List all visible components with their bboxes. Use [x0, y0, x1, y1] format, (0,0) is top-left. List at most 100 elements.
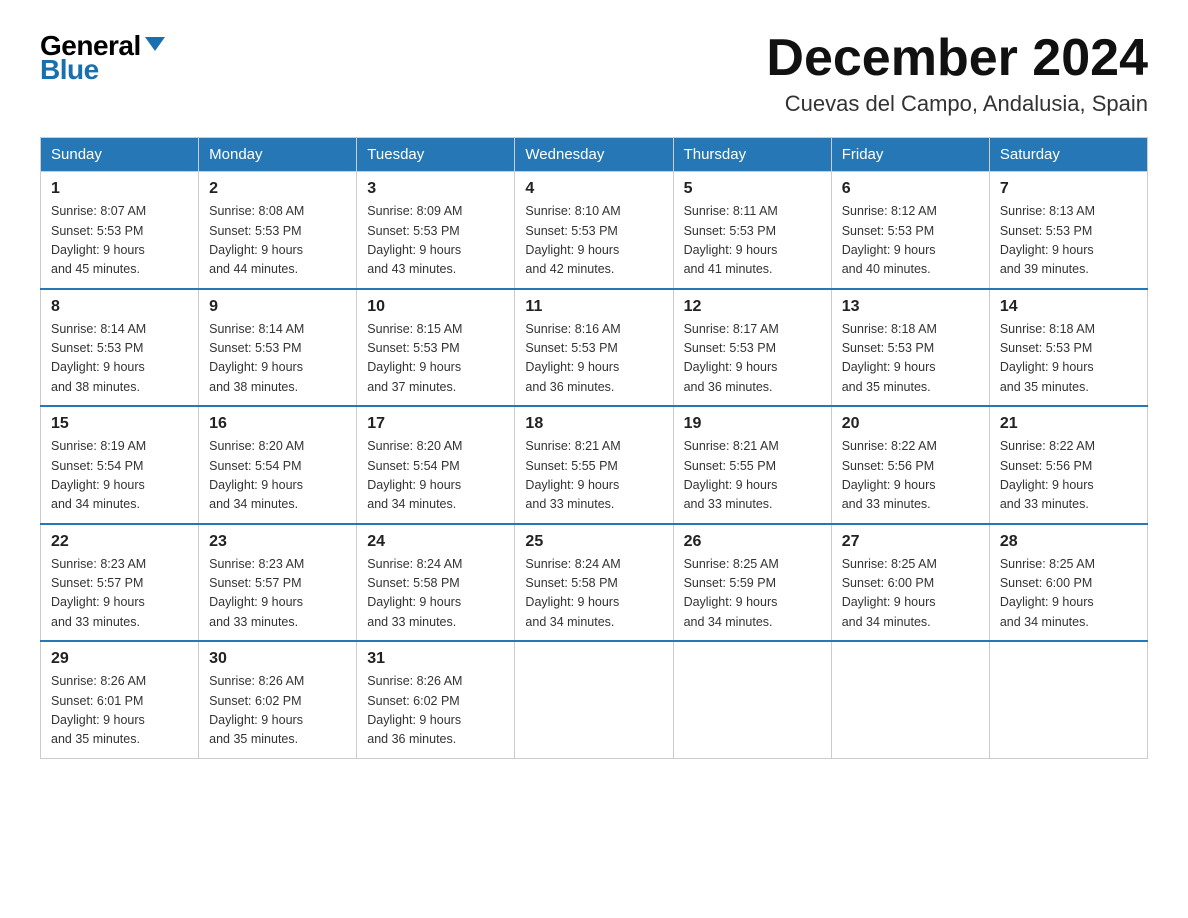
calendar-cell: 16Sunrise: 8:20 AMSunset: 5:54 PMDayligh…	[199, 406, 357, 524]
day-number: 28	[1000, 533, 1137, 551]
calendar-cell: 7Sunrise: 8:13 AMSunset: 5:53 PMDaylight…	[989, 172, 1147, 289]
calendar-table: SundayMondayTuesdayWednesdayThursdayFrid…	[40, 137, 1148, 759]
calendar-week-row: 15Sunrise: 8:19 AMSunset: 5:54 PMDayligh…	[41, 406, 1148, 524]
day-number: 10	[367, 298, 504, 316]
day-info: Sunrise: 8:18 AMSunset: 5:53 PMDaylight:…	[1000, 320, 1137, 398]
day-number: 11	[525, 298, 662, 316]
page-header: General Blue December 2024 Cuevas del Ca…	[40, 30, 1148, 117]
calendar-cell: 17 Sunrise: 8:20 AMSunset: 5:54 PMDayligh…	[357, 406, 515, 524]
calendar-week-row: 8 Sunrise: 8:14 AMSunset: 5:53 PMDaylight…	[41, 289, 1148, 407]
day-number: 14	[1000, 298, 1137, 316]
logo: General Blue	[40, 30, 165, 86]
calendar-cell: 11 Sunrise: 8:16 AMSunset: 5:53 PMDayligh…	[515, 289, 673, 407]
day-number: 17	[367, 415, 504, 433]
day-number: 13	[842, 298, 979, 316]
calendar-cell: 10 Sunrise: 8:15 AMSunset: 5:53 PMDayligh…	[357, 289, 515, 407]
calendar-day-header: Sunday	[41, 138, 199, 172]
day-number: 12	[684, 298, 821, 316]
calendar-cell: 24Sunrise: 8:24 AMSunset: 5:58 PMDayligh…	[357, 524, 515, 642]
calendar-cell: 12 Sunrise: 8:17 AMSunset: 5:53 PMDayligh…	[673, 289, 831, 407]
calendar-day-header: Wednesday	[515, 138, 673, 172]
day-info: Sunrise: 8:25 AMSunset: 5:59 PMDaylight:…	[684, 555, 821, 633]
title-block: December 2024 Cuevas del Campo, Andalusi…	[766, 30, 1148, 117]
calendar-week-row: 1 Sunrise: 8:07 AMSunset: 5:53 PMDaylight…	[41, 172, 1148, 289]
day-number: 16	[209, 415, 346, 433]
day-info: Sunrise: 8:26 AMSunset: 6:02 PMDaylight:…	[367, 672, 504, 750]
calendar-week-row: 29 Sunrise: 8:26 AMSunset: 6:01 PMDayligh…	[41, 641, 1148, 758]
day-number: 20	[842, 415, 979, 433]
day-number: 19	[684, 415, 821, 433]
day-info: Sunrise: 8:14 AMSunset: 5:53 PMDaylight:…	[51, 320, 188, 398]
calendar-cell: 15Sunrise: 8:19 AMSunset: 5:54 PMDayligh…	[41, 406, 199, 524]
calendar-day-header: Saturday	[989, 138, 1147, 172]
calendar-cell: 8 Sunrise: 8:14 AMSunset: 5:53 PMDaylight…	[41, 289, 199, 407]
calendar-cell: 31 Sunrise: 8:26 AMSunset: 6:02 PMDayligh…	[357, 641, 515, 758]
location-subtitle: Cuevas del Campo, Andalusia, Spain	[766, 91, 1148, 117]
calendar-cell: 28 Sunrise: 8:25 AMSunset: 6:00 PMDayligh…	[989, 524, 1147, 642]
day-number: 24	[367, 533, 504, 551]
calendar-cell: 23Sunrise: 8:23 AMSunset: 5:57 PMDayligh…	[199, 524, 357, 642]
day-info: Sunrise: 8:07 AMSunset: 5:53 PMDaylight:…	[51, 202, 188, 280]
day-number: 8	[51, 298, 188, 316]
calendar-cell: 30 Sunrise: 8:26 AMSunset: 6:02 PMDayligh…	[199, 641, 357, 758]
calendar-cell: 18Sunrise: 8:21 AMSunset: 5:55 PMDayligh…	[515, 406, 673, 524]
calendar-cell: 19 Sunrise: 8:21 AMSunset: 5:55 PMDayligh…	[673, 406, 831, 524]
logo-blue-text: Blue	[40, 54, 99, 86]
calendar-cell: 2Sunrise: 8:08 AMSunset: 5:53 PMDaylight…	[199, 172, 357, 289]
calendar-cell: 20Sunrise: 8:22 AMSunset: 5:56 PMDayligh…	[831, 406, 989, 524]
calendar-cell	[989, 641, 1147, 758]
day-number: 26	[684, 533, 821, 551]
calendar-cell: 4 Sunrise: 8:10 AMSunset: 5:53 PMDaylight…	[515, 172, 673, 289]
day-number: 7	[1000, 180, 1137, 198]
calendar-cell: 1 Sunrise: 8:07 AMSunset: 5:53 PMDaylight…	[41, 172, 199, 289]
calendar-day-header: Monday	[199, 138, 357, 172]
day-number: 30	[209, 650, 346, 668]
day-info: Sunrise: 8:24 AMSunset: 5:58 PMDaylight:…	[525, 555, 662, 633]
day-info: Sunrise: 8:12 AMSunset: 5:53 PMDaylight:…	[842, 202, 979, 280]
day-number: 3	[367, 180, 504, 198]
calendar-day-header: Tuesday	[357, 138, 515, 172]
day-info: Sunrise: 8:26 AMSunset: 6:02 PMDaylight:…	[209, 672, 346, 750]
day-info: Sunrise: 8:18 AMSunset: 5:53 PMDaylight:…	[842, 320, 979, 398]
calendar-cell	[673, 641, 831, 758]
day-info: Sunrise: 8:16 AMSunset: 5:53 PMDaylight:…	[525, 320, 662, 398]
day-info: Sunrise: 8:17 AMSunset: 5:53 PMDaylight:…	[684, 320, 821, 398]
day-info: Sunrise: 8:25 AMSunset: 6:00 PMDaylight:…	[1000, 555, 1137, 633]
day-info: Sunrise: 8:25 AMSunset: 6:00 PMDaylight:…	[842, 555, 979, 633]
calendar-cell: 9Sunrise: 8:14 AMSunset: 5:53 PMDaylight…	[199, 289, 357, 407]
day-number: 4	[525, 180, 662, 198]
day-number: 5	[684, 180, 821, 198]
calendar-day-header: Friday	[831, 138, 989, 172]
calendar-cell: 29 Sunrise: 8:26 AMSunset: 6:01 PMDayligh…	[41, 641, 199, 758]
calendar-week-row: 22 Sunrise: 8:23 AMSunset: 5:57 PMDayligh…	[41, 524, 1148, 642]
calendar-cell: 25 Sunrise: 8:24 AMSunset: 5:58 PMDayligh…	[515, 524, 673, 642]
day-info: Sunrise: 8:09 AMSunset: 5:53 PMDaylight:…	[367, 202, 504, 280]
day-number: 22	[51, 533, 188, 551]
day-info: Sunrise: 8:11 AMSunset: 5:53 PMDaylight:…	[684, 202, 821, 280]
day-info: Sunrise: 8:21 AMSunset: 5:55 PMDaylight:…	[525, 437, 662, 515]
day-number: 1	[51, 180, 188, 198]
day-info: Sunrise: 8:26 AMSunset: 6:01 PMDaylight:…	[51, 672, 188, 750]
calendar-cell: 13 Sunrise: 8:18 AMSunset: 5:53 PMDayligh…	[831, 289, 989, 407]
calendar-day-header: Thursday	[673, 138, 831, 172]
day-number: 2	[209, 180, 346, 198]
day-info: Sunrise: 8:14 AMSunset: 5:53 PMDaylight:…	[209, 320, 346, 398]
calendar-cell: 27Sunrise: 8:25 AMSunset: 6:00 PMDayligh…	[831, 524, 989, 642]
day-info: Sunrise: 8:20 AMSunset: 5:54 PMDaylight:…	[367, 437, 504, 515]
day-number: 25	[525, 533, 662, 551]
day-number: 15	[51, 415, 188, 433]
day-info: Sunrise: 8:10 AMSunset: 5:53 PMDaylight:…	[525, 202, 662, 280]
logo-triangle-icon	[145, 37, 165, 51]
calendar-cell: 22Sunrise: 8:23 AMSunset: 5:57 PMDayligh…	[41, 524, 199, 642]
calendar-cell	[831, 641, 989, 758]
day-info: Sunrise: 8:22 AMSunset: 5:56 PMDaylight:…	[1000, 437, 1137, 515]
calendar-cell: 3 Sunrise: 8:09 AMSunset: 5:53 PMDaylight…	[357, 172, 515, 289]
day-number: 31	[367, 650, 504, 668]
calendar-cell: 26 Sunrise: 8:25 AMSunset: 5:59 PMDayligh…	[673, 524, 831, 642]
day-info: Sunrise: 8:23 AMSunset: 5:57 PMDaylight:…	[209, 555, 346, 633]
day-number: 29	[51, 650, 188, 668]
day-info: Sunrise: 8:15 AMSunset: 5:53 PMDaylight:…	[367, 320, 504, 398]
calendar-header-row: SundayMondayTuesdayWednesdayThursdayFrid…	[41, 138, 1148, 172]
calendar-cell: 6Sunrise: 8:12 AMSunset: 5:53 PMDaylight…	[831, 172, 989, 289]
day-info: Sunrise: 8:21 AMSunset: 5:55 PMDaylight:…	[684, 437, 821, 515]
